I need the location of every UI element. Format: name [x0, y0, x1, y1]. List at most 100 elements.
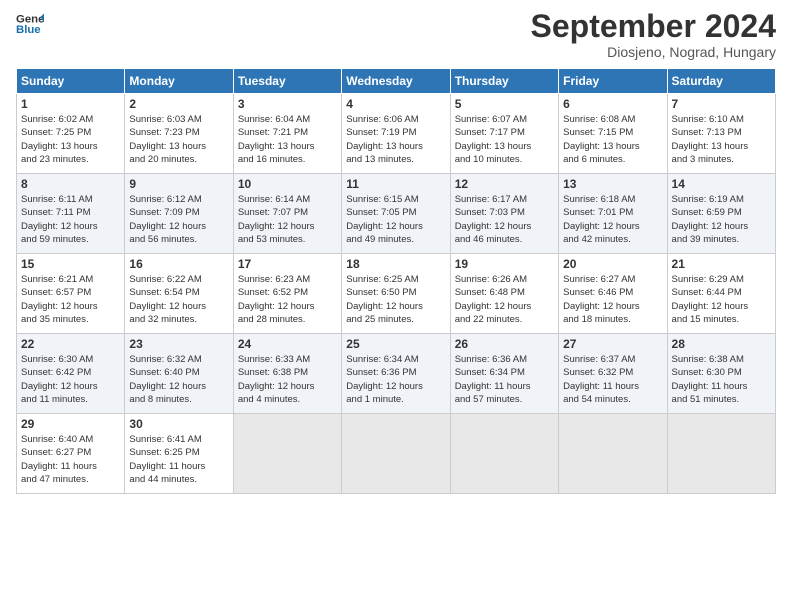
day-info: Sunrise: 6:21 AM Sunset: 6:57 PM Dayligh…: [21, 273, 120, 326]
day-info: Sunrise: 6:12 AM Sunset: 7:09 PM Dayligh…: [129, 193, 228, 246]
day-cell: 24 Sunrise: 6:33 AM Sunset: 6:38 PM Dayli…: [233, 334, 341, 414]
day-info: Sunrise: 6:29 AM Sunset: 6:44 PM Dayligh…: [672, 273, 771, 326]
calendar-body: 1 Sunrise: 6:02 AM Sunset: 7:25 PM Daylig…: [17, 94, 776, 494]
day-number: 19: [455, 257, 554, 271]
day-cell: 7Sunrise: 6:10 AM Sunset: 7:13 PM Daylig…: [667, 94, 775, 174]
header-monday: Monday: [125, 69, 233, 94]
day-info: Sunrise: 6:02 AM Sunset: 7:25 PM Dayligh…: [21, 113, 120, 166]
day-number: 24: [238, 337, 337, 351]
day-cell: 20 Sunrise: 6:27 AM Sunset: 6:46 PM Dayli…: [559, 254, 667, 334]
day-number: 10: [238, 177, 337, 191]
day-info: Sunrise: 6:26 AM Sunset: 6:48 PM Dayligh…: [455, 273, 554, 326]
day-cell: 17Sunrise: 6:23 AM Sunset: 6:52 PM Dayli…: [233, 254, 341, 334]
day-info: Sunrise: 6:03 AM Sunset: 7:23 PM Dayligh…: [129, 113, 228, 166]
svg-text:Blue: Blue: [16, 24, 41, 36]
day-number: 22: [21, 337, 120, 351]
day-number: 15: [21, 257, 120, 271]
day-number: 25: [346, 337, 445, 351]
day-cell: 13Sunrise: 6:18 AM Sunset: 7:01 PM Dayli…: [559, 174, 667, 254]
header-wednesday: Wednesday: [342, 69, 450, 94]
week-row-2: 15 Sunrise: 6:21 AM Sunset: 6:57 PM Dayli…: [17, 254, 776, 334]
week-row-4: 29 Sunrise: 6:40 AM Sunset: 6:27 PM Dayli…: [17, 414, 776, 494]
day-number: 16: [129, 257, 228, 271]
day-info: Sunrise: 6:23 AM Sunset: 6:52 PM Dayligh…: [238, 273, 337, 326]
day-info: Sunrise: 6:06 AM Sunset: 7:19 PM Dayligh…: [346, 113, 445, 166]
day-cell: 10 Sunrise: 6:14 AM Sunset: 7:07 PM Dayli…: [233, 174, 341, 254]
day-cell: 19 Sunrise: 6:26 AM Sunset: 6:48 PM Dayli…: [450, 254, 558, 334]
logo: General Blue: [16, 10, 44, 38]
day-info: Sunrise: 6:40 AM Sunset: 6:27 PM Dayligh…: [21, 433, 120, 486]
day-cell: 11 Sunrise: 6:15 AM Sunset: 7:05 PM Dayli…: [342, 174, 450, 254]
day-number: 4: [346, 97, 445, 111]
logo-icon: General Blue: [16, 10, 44, 38]
day-info: Sunrise: 6:27 AM Sunset: 6:46 PM Dayligh…: [563, 273, 662, 326]
week-row-0: 1 Sunrise: 6:02 AM Sunset: 7:25 PM Daylig…: [17, 94, 776, 174]
day-info: Sunrise: 6:04 AM Sunset: 7:21 PM Dayligh…: [238, 113, 337, 166]
day-info: Sunrise: 6:15 AM Sunset: 7:05 PM Dayligh…: [346, 193, 445, 246]
day-info: Sunrise: 6:38 AM Sunset: 6:30 PM Dayligh…: [672, 353, 771, 406]
day-cell: 26Sunrise: 6:36 AM Sunset: 6:34 PM Dayli…: [450, 334, 558, 414]
day-cell: [559, 414, 667, 494]
day-info: Sunrise: 6:10 AM Sunset: 7:13 PM Dayligh…: [672, 113, 771, 166]
day-info: Sunrise: 6:17 AM Sunset: 7:03 PM Dayligh…: [455, 193, 554, 246]
day-cell: 5 Sunrise: 6:07 AM Sunset: 7:17 PM Daylig…: [450, 94, 558, 174]
header-friday: Friday: [559, 69, 667, 94]
day-number: 12: [455, 177, 554, 191]
day-cell: 29 Sunrise: 6:40 AM Sunset: 6:27 PM Dayli…: [17, 414, 125, 494]
day-info: Sunrise: 6:33 AM Sunset: 6:38 PM Dayligh…: [238, 353, 337, 406]
week-row-3: 22 Sunrise: 6:30 AM Sunset: 6:42 PM Dayli…: [17, 334, 776, 414]
day-number: 18: [346, 257, 445, 271]
day-number: 14: [672, 177, 771, 191]
day-cell: 12 Sunrise: 6:17 AM Sunset: 7:03 PM Dayli…: [450, 174, 558, 254]
day-info: Sunrise: 6:30 AM Sunset: 6:42 PM Dayligh…: [21, 353, 120, 406]
header-sunday: Sunday: [17, 69, 125, 94]
header-saturday: Saturday: [667, 69, 775, 94]
day-cell: 30 Sunrise: 6:41 AM Sunset: 6:25 PM Dayli…: [125, 414, 233, 494]
day-number: 8: [21, 177, 120, 191]
day-number: 6: [563, 97, 662, 111]
day-number: 3: [238, 97, 337, 111]
day-cell: [450, 414, 558, 494]
day-number: 21: [672, 257, 771, 271]
day-info: Sunrise: 6:14 AM Sunset: 7:07 PM Dayligh…: [238, 193, 337, 246]
day-number: 9: [129, 177, 228, 191]
day-info: Sunrise: 6:18 AM Sunset: 7:01 PM Dayligh…: [563, 193, 662, 246]
day-number: 29: [21, 417, 120, 431]
day-number: 30: [129, 417, 228, 431]
day-cell: 2Sunrise: 6:03 AM Sunset: 7:23 PM Daylig…: [125, 94, 233, 174]
day-cell: 21 Sunrise: 6:29 AM Sunset: 6:44 PM Dayli…: [667, 254, 775, 334]
day-info: Sunrise: 6:32 AM Sunset: 6:40 PM Dayligh…: [129, 353, 228, 406]
day-number: 20: [563, 257, 662, 271]
day-number: 1: [21, 97, 120, 111]
header-tuesday: Tuesday: [233, 69, 341, 94]
day-cell: 8Sunrise: 6:11 AM Sunset: 7:11 PM Daylig…: [17, 174, 125, 254]
day-cell: [667, 414, 775, 494]
day-info: Sunrise: 6:25 AM Sunset: 6:50 PM Dayligh…: [346, 273, 445, 326]
calendar-header-row: SundayMondayTuesdayWednesdayThursdayFrid…: [17, 69, 776, 94]
day-cell: 3 Sunrise: 6:04 AM Sunset: 7:21 PM Daylig…: [233, 94, 341, 174]
day-cell: [342, 414, 450, 494]
main-container: General Blue September 2024 Diosjeno, No…: [0, 0, 792, 502]
day-info: Sunrise: 6:08 AM Sunset: 7:15 PM Dayligh…: [563, 113, 662, 166]
day-number: 5: [455, 97, 554, 111]
day-cell: 15 Sunrise: 6:21 AM Sunset: 6:57 PM Dayli…: [17, 254, 125, 334]
day-info: Sunrise: 6:41 AM Sunset: 6:25 PM Dayligh…: [129, 433, 228, 486]
day-cell: 18 Sunrise: 6:25 AM Sunset: 6:50 PM Dayli…: [342, 254, 450, 334]
day-cell: 14 Sunrise: 6:19 AM Sunset: 6:59 PM Dayli…: [667, 174, 775, 254]
subtitle: Diosjeno, Nograd, Hungary: [531, 44, 776, 60]
header-thursday: Thursday: [450, 69, 558, 94]
calendar-table: SundayMondayTuesdayWednesdayThursdayFrid…: [16, 68, 776, 494]
day-number: 27: [563, 337, 662, 351]
title-area: September 2024 Diosjeno, Nograd, Hungary: [531, 10, 776, 60]
day-info: Sunrise: 6:19 AM Sunset: 6:59 PM Dayligh…: [672, 193, 771, 246]
day-info: Sunrise: 6:37 AM Sunset: 6:32 PM Dayligh…: [563, 353, 662, 406]
day-cell: [233, 414, 341, 494]
day-number: 26: [455, 337, 554, 351]
day-number: 11: [346, 177, 445, 191]
day-info: Sunrise: 6:07 AM Sunset: 7:17 PM Dayligh…: [455, 113, 554, 166]
header: General Blue September 2024 Diosjeno, No…: [16, 10, 776, 60]
day-cell: 27 Sunrise: 6:37 AM Sunset: 6:32 PM Dayli…: [559, 334, 667, 414]
day-cell: 22 Sunrise: 6:30 AM Sunset: 6:42 PM Dayli…: [17, 334, 125, 414]
day-number: 23: [129, 337, 228, 351]
week-row-1: 8Sunrise: 6:11 AM Sunset: 7:11 PM Daylig…: [17, 174, 776, 254]
